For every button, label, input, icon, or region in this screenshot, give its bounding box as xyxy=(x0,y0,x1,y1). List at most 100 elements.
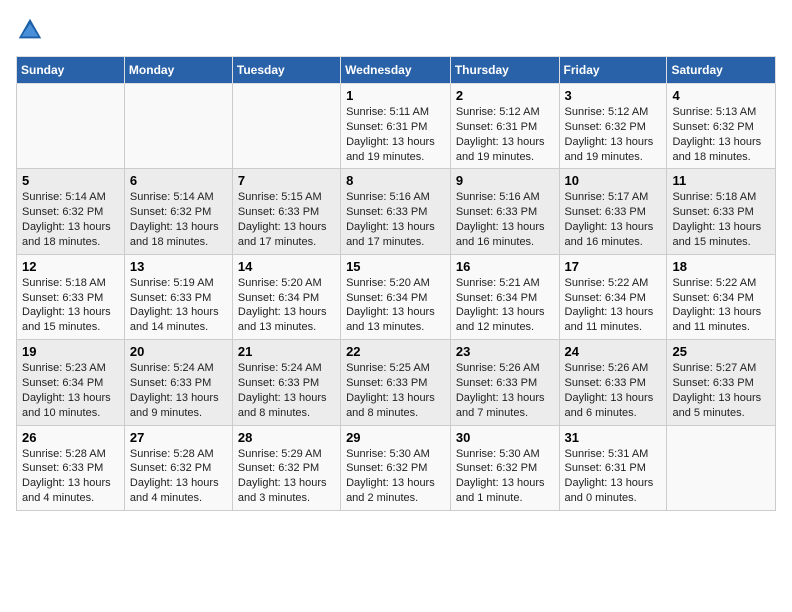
calendar-cell: 18 Sunrise: 5:22 AM Sunset: 6:34 PM Dayli… xyxy=(667,254,776,339)
calendar-cell: 27 Sunrise: 5:28 AM Sunset: 6:32 PM Dayli… xyxy=(124,425,232,510)
day-number: 24 xyxy=(565,344,662,359)
day-number: 1 xyxy=(346,88,445,103)
logo-icon xyxy=(16,16,44,44)
calendar-cell: 16 Sunrise: 5:21 AM Sunset: 6:34 PM Dayli… xyxy=(450,254,559,339)
day-number: 13 xyxy=(130,259,227,274)
day-info: Sunrise: 5:27 AM Sunset: 6:33 PM Dayligh… xyxy=(672,361,770,420)
day-info: Sunrise: 5:23 AM Sunset: 6:34 PM Dayligh… xyxy=(22,361,119,420)
day-info: Sunrise: 5:28 AM Sunset: 6:33 PM Dayligh… xyxy=(22,447,119,506)
day-number: 4 xyxy=(672,88,770,103)
calendar-week-row: 12 Sunrise: 5:18 AM Sunset: 6:33 PM Dayli… xyxy=(17,254,776,339)
day-info: Sunrise: 5:12 AM Sunset: 6:32 PM Dayligh… xyxy=(565,105,662,164)
calendar-cell: 23 Sunrise: 5:26 AM Sunset: 6:33 PM Dayli… xyxy=(450,340,559,425)
day-number: 11 xyxy=(672,173,770,188)
day-info: Sunrise: 5:28 AM Sunset: 6:32 PM Dayligh… xyxy=(130,447,227,506)
calendar-cell: 20 Sunrise: 5:24 AM Sunset: 6:33 PM Dayli… xyxy=(124,340,232,425)
day-info: Sunrise: 5:25 AM Sunset: 6:33 PM Dayligh… xyxy=(346,361,445,420)
day-number: 2 xyxy=(456,88,554,103)
day-number: 28 xyxy=(238,430,335,445)
weekday-header-friday: Friday xyxy=(559,57,667,84)
calendar-cell: 30 Sunrise: 5:30 AM Sunset: 6:32 PM Dayli… xyxy=(450,425,559,510)
day-number: 16 xyxy=(456,259,554,274)
day-number: 9 xyxy=(456,173,554,188)
logo xyxy=(16,16,46,44)
calendar-cell: 8 Sunrise: 5:16 AM Sunset: 6:33 PM Daylig… xyxy=(341,169,451,254)
day-number: 19 xyxy=(22,344,119,359)
day-info: Sunrise: 5:30 AM Sunset: 6:32 PM Dayligh… xyxy=(456,447,554,506)
day-info: Sunrise: 5:19 AM Sunset: 6:33 PM Dayligh… xyxy=(130,276,227,335)
day-number: 27 xyxy=(130,430,227,445)
day-info: Sunrise: 5:13 AM Sunset: 6:32 PM Dayligh… xyxy=(672,105,770,164)
day-info: Sunrise: 5:14 AM Sunset: 6:32 PM Dayligh… xyxy=(22,190,119,249)
calendar-cell: 1 Sunrise: 5:11 AM Sunset: 6:31 PM Daylig… xyxy=(341,84,451,169)
day-info: Sunrise: 5:11 AM Sunset: 6:31 PM Dayligh… xyxy=(346,105,445,164)
calendar-cell: 21 Sunrise: 5:24 AM Sunset: 6:33 PM Dayli… xyxy=(232,340,340,425)
day-info: Sunrise: 5:26 AM Sunset: 6:33 PM Dayligh… xyxy=(456,361,554,420)
weekday-header-saturday: Saturday xyxy=(667,57,776,84)
weekday-header-row: SundayMondayTuesdayWednesdayThursdayFrid… xyxy=(17,57,776,84)
day-number: 17 xyxy=(565,259,662,274)
day-info: Sunrise: 5:18 AM Sunset: 6:33 PM Dayligh… xyxy=(672,190,770,249)
calendar-cell: 29Sunrise: 5:30 AM Sunset: 6:32 PM Dayli… xyxy=(341,425,451,510)
weekday-header-sunday: Sunday xyxy=(17,57,125,84)
calendar-cell: 12 Sunrise: 5:18 AM Sunset: 6:33 PM Dayli… xyxy=(17,254,125,339)
calendar-cell: 19 Sunrise: 5:23 AM Sunset: 6:34 PM Dayli… xyxy=(17,340,125,425)
day-info: Sunrise: 5:12 AM Sunset: 6:31 PM Dayligh… xyxy=(456,105,554,164)
day-info: Sunrise: 5:15 AM Sunset: 6:33 PM Dayligh… xyxy=(238,190,335,249)
day-number: 30 xyxy=(456,430,554,445)
calendar-cell xyxy=(232,84,340,169)
calendar-cell xyxy=(124,84,232,169)
day-info: Sunrise: 5:29 AM Sunset: 6:32 PM Dayligh… xyxy=(238,447,335,506)
day-number: 6 xyxy=(130,173,227,188)
calendar-cell: 14 Sunrise: 5:20 AM Sunset: 6:34 PM Dayli… xyxy=(232,254,340,339)
calendar-week-row: 1 Sunrise: 5:11 AM Sunset: 6:31 PM Daylig… xyxy=(17,84,776,169)
day-info: Sunrise: 5:30 AM Sunset: 6:32 PM Dayligh… xyxy=(346,447,445,506)
day-info: Sunrise: 5:16 AM Sunset: 6:33 PM Dayligh… xyxy=(346,190,445,249)
day-info: Sunrise: 5:22 AM Sunset: 6:34 PM Dayligh… xyxy=(672,276,770,335)
day-number: 7 xyxy=(238,173,335,188)
calendar-cell: 24Sunrise: 5:26 AM Sunset: 6:33 PM Dayli… xyxy=(559,340,667,425)
day-number: 3 xyxy=(565,88,662,103)
calendar-cell: 10Sunrise: 5:17 AM Sunset: 6:33 PM Dayli… xyxy=(559,169,667,254)
day-info: Sunrise: 5:18 AM Sunset: 6:33 PM Dayligh… xyxy=(22,276,119,335)
calendar-cell: 11 Sunrise: 5:18 AM Sunset: 6:33 PM Dayli… xyxy=(667,169,776,254)
day-number: 14 xyxy=(238,259,335,274)
day-info: Sunrise: 5:16 AM Sunset: 6:33 PM Dayligh… xyxy=(456,190,554,249)
calendar-cell: 5 Sunrise: 5:14 AM Sunset: 6:32 PM Daylig… xyxy=(17,169,125,254)
calendar-cell: 31 Sunrise: 5:31 AM Sunset: 6:31 PM Dayli… xyxy=(559,425,667,510)
day-info: Sunrise: 5:24 AM Sunset: 6:33 PM Dayligh… xyxy=(238,361,335,420)
day-info: Sunrise: 5:22 AM Sunset: 6:34 PM Dayligh… xyxy=(565,276,662,335)
day-number: 8 xyxy=(346,173,445,188)
day-number: 18 xyxy=(672,259,770,274)
day-info: Sunrise: 5:21 AM Sunset: 6:34 PM Dayligh… xyxy=(456,276,554,335)
day-number: 10 xyxy=(565,173,662,188)
day-number: 31 xyxy=(565,430,662,445)
calendar-week-row: 5 Sunrise: 5:14 AM Sunset: 6:32 PM Daylig… xyxy=(17,169,776,254)
calendar-cell: 17 Sunrise: 5:22 AM Sunset: 6:34 PM Dayli… xyxy=(559,254,667,339)
calendar-cell: 2 Sunrise: 5:12 AM Sunset: 6:31 PM Daylig… xyxy=(450,84,559,169)
day-info: Sunrise: 5:20 AM Sunset: 6:34 PM Dayligh… xyxy=(238,276,335,335)
day-number: 26 xyxy=(22,430,119,445)
calendar-week-row: 26 Sunrise: 5:28 AM Sunset: 6:33 PM Dayli… xyxy=(17,425,776,510)
calendar-cell: 28 Sunrise: 5:29 AM Sunset: 6:32 PM Dayli… xyxy=(232,425,340,510)
day-info: Sunrise: 5:14 AM Sunset: 6:32 PM Dayligh… xyxy=(130,190,227,249)
calendar-cell: 15 Sunrise: 5:20 AM Sunset: 6:34 PM Dayli… xyxy=(341,254,451,339)
day-number: 5 xyxy=(22,173,119,188)
day-info: Sunrise: 5:31 AM Sunset: 6:31 PM Dayligh… xyxy=(565,447,662,506)
day-number: 12 xyxy=(22,259,119,274)
day-number: 20 xyxy=(130,344,227,359)
day-number: 15 xyxy=(346,259,445,274)
calendar-cell: 7 Sunrise: 5:15 AM Sunset: 6:33 PM Daylig… xyxy=(232,169,340,254)
calendar-cell: 13 Sunrise: 5:19 AM Sunset: 6:33 PM Dayli… xyxy=(124,254,232,339)
weekday-header-wednesday: Wednesday xyxy=(341,57,451,84)
day-number: 23 xyxy=(456,344,554,359)
day-number: 22 xyxy=(346,344,445,359)
day-number: 25 xyxy=(672,344,770,359)
weekday-header-thursday: Thursday xyxy=(450,57,559,84)
day-number: 21 xyxy=(238,344,335,359)
day-info: Sunrise: 5:20 AM Sunset: 6:34 PM Dayligh… xyxy=(346,276,445,335)
calendar-cell: 6 Sunrise: 5:14 AM Sunset: 6:32 PM Daylig… xyxy=(124,169,232,254)
day-info: Sunrise: 5:24 AM Sunset: 6:33 PM Dayligh… xyxy=(130,361,227,420)
calendar-cell: 26 Sunrise: 5:28 AM Sunset: 6:33 PM Dayli… xyxy=(17,425,125,510)
calendar-week-row: 19 Sunrise: 5:23 AM Sunset: 6:34 PM Dayli… xyxy=(17,340,776,425)
